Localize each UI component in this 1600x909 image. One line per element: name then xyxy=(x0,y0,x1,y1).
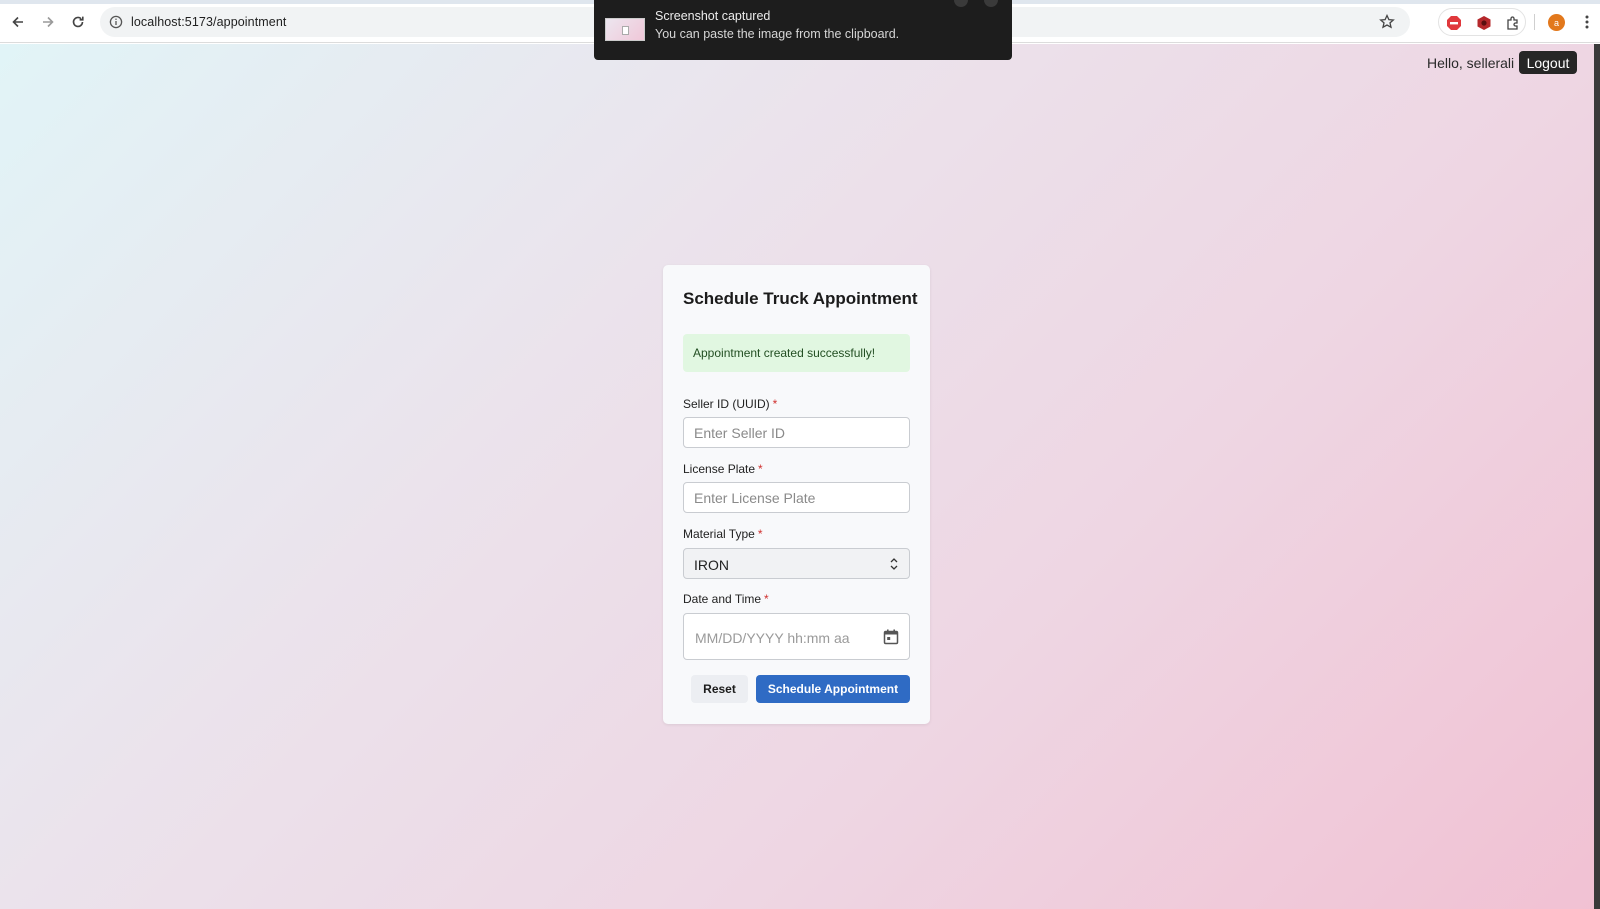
puzzle-icon[interactable] xyxy=(1504,14,1522,32)
thumbnail-doc-icon xyxy=(622,26,629,35)
date-time-label: Date and Time * xyxy=(683,592,769,606)
bookmark-star-icon[interactable] xyxy=(1378,13,1396,31)
shield-extension-icon[interactable] xyxy=(1475,14,1493,32)
toast-action-icon[interactable] xyxy=(954,0,968,7)
address-url[interactable]: localhost:5173/appointment xyxy=(131,15,287,29)
back-icon[interactable] xyxy=(7,11,29,33)
success-message: Appointment created successfully! xyxy=(693,346,876,360)
license-plate-label: License Plate * xyxy=(683,462,763,476)
date-time-placeholder: MM/DD/YYYY hh:mm aa xyxy=(695,630,850,646)
schedule-appointment-button[interactable]: Schedule Appointment xyxy=(756,675,910,703)
required-marker: * xyxy=(764,592,769,606)
seller-id-input[interactable] xyxy=(683,417,910,448)
toolbar-separator xyxy=(1534,14,1535,30)
screenshot-thumbnail xyxy=(605,18,645,41)
material-type-label: Material Type * xyxy=(683,527,762,541)
forward-icon[interactable] xyxy=(37,11,59,33)
license-plate-input[interactable] xyxy=(683,482,910,513)
toast-message: You can paste the image from the clipboa… xyxy=(655,27,900,41)
toast-close-icon[interactable] xyxy=(984,0,998,7)
reload-icon[interactable] xyxy=(67,11,89,33)
toast-title: Screenshot captured xyxy=(655,9,771,23)
more-menu-icon[interactable] xyxy=(1582,12,1592,32)
required-marker: * xyxy=(757,527,763,541)
required-marker: * xyxy=(772,397,778,411)
date-time-picker[interactable]: MM/DD/YYYY hh:mm aa xyxy=(683,613,910,660)
extensions-group xyxy=(1438,8,1526,36)
profile-initial: a xyxy=(1553,17,1559,28)
chevron-updown-icon xyxy=(889,556,899,572)
seller-id-label: Seller ID (UUID) * xyxy=(683,397,777,411)
logout-button[interactable]: Logout xyxy=(1519,51,1577,74)
required-marker: * xyxy=(758,462,763,476)
user-greeting: Hello, sellerali xyxy=(1427,55,1515,71)
date-time-label-text: Date and Time xyxy=(683,592,762,606)
page-scrollbar[interactable] xyxy=(1594,44,1600,909)
calendar-icon[interactable] xyxy=(881,627,901,647)
appointment-form-card: Schedule Truck Appointment Appointment c… xyxy=(663,265,930,724)
material-type-value: IRON xyxy=(694,557,729,573)
license-plate-label-text: License Plate xyxy=(683,462,756,476)
profile-avatar[interactable]: a xyxy=(1548,14,1565,31)
reset-button[interactable]: Reset xyxy=(691,675,748,703)
seller-id-label-text: Seller ID (UUID) xyxy=(683,397,770,411)
material-type-label-text: Material Type xyxy=(683,527,755,541)
form-title: Schedule Truck Appointment xyxy=(683,289,918,308)
success-alert: Appointment created successfully! xyxy=(683,334,910,372)
screenshot-toast: Screenshot captured You can paste the im… xyxy=(594,0,1012,60)
adblock-icon[interactable] xyxy=(1445,14,1463,32)
material-type-select[interactable]: IRON xyxy=(683,548,910,579)
site-info-icon[interactable] xyxy=(108,14,124,30)
